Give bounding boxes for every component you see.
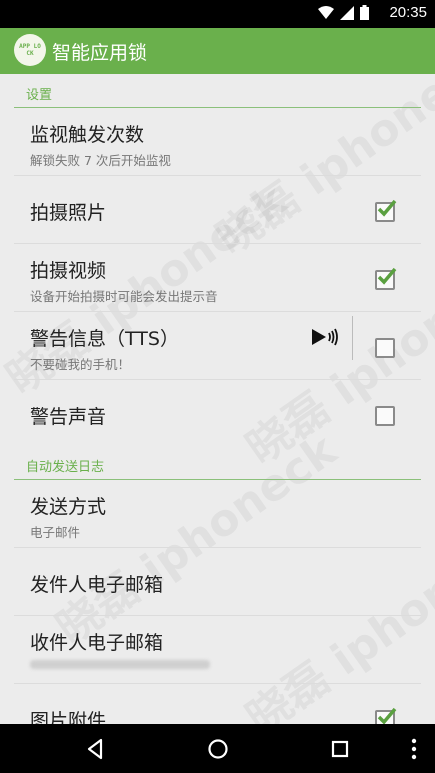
status-bar: 20:35 bbox=[0, 0, 435, 28]
wifi-icon bbox=[318, 5, 334, 19]
pref-sender-email[interactable]: 发件人电子邮箱 bbox=[0, 548, 435, 616]
pref-warning-sound[interactable]: 警告声音 bbox=[0, 380, 435, 448]
recents-icon[interactable] bbox=[327, 736, 353, 762]
checkmark-icon bbox=[377, 707, 397, 724]
home-icon[interactable] bbox=[205, 736, 231, 762]
photo-checkbox[interactable] bbox=[375, 199, 397, 222]
status-icons bbox=[318, 5, 369, 20]
sound-checkbox[interactable] bbox=[375, 406, 395, 426]
app-logo-text: APP LOCK bbox=[19, 43, 41, 57]
pref-take-video[interactable]: 拍摄视频 设备开始拍摄时可能会发出提示音 bbox=[0, 244, 435, 312]
pref-title: 发送方式 bbox=[30, 496, 107, 518]
pref-warning-message[interactable]: 警告信息（TTS） 不要碰我的手机！ bbox=[0, 312, 435, 380]
overflow-menu-icon[interactable] bbox=[401, 736, 427, 762]
pref-monitor-count[interactable]: 监视触发次数 解锁失败 7 次后开始监视 bbox=[0, 108, 435, 176]
pref-title: 收件人电子邮箱 bbox=[30, 632, 164, 654]
preferences-list[interactable]: 晓磊 iphoneck 晓磊 iphoneck 晓磊 iphoneck 晓磊 i… bbox=[0, 74, 435, 724]
speaker-icon[interactable] bbox=[312, 326, 340, 348]
pref-title: 拍摄视频 bbox=[30, 260, 107, 282]
vertical-separator bbox=[352, 316, 353, 360]
pref-summary: 解锁失败 7 次后开始监视 bbox=[30, 153, 171, 168]
pref-summary: 设备开始拍摄时可能会发出提示音 bbox=[30, 289, 218, 304]
pref-summary: 电子邮件 bbox=[30, 525, 81, 540]
pref-title: 图片附件 bbox=[30, 710, 107, 724]
attachment-checkbox[interactable] bbox=[375, 707, 397, 724]
pref-title: 监视触发次数 bbox=[30, 124, 145, 146]
section-label: 自动发送日志 bbox=[26, 460, 105, 475]
battery-icon bbox=[360, 5, 369, 20]
pref-title: 警告信息（TTS） bbox=[30, 328, 179, 350]
pref-title: 警告声音 bbox=[30, 406, 107, 428]
back-icon[interactable] bbox=[83, 736, 109, 762]
signal-icon bbox=[340, 5, 354, 20]
navigation-bar bbox=[0, 724, 435, 773]
section-header-auto-log: 自动发送日志 bbox=[0, 446, 435, 480]
section-header-settings: 设置 bbox=[0, 74, 435, 108]
app-logo[interactable]: APP LOCK bbox=[14, 34, 46, 66]
checkmark-icon bbox=[377, 267, 397, 285]
app-title: 智能应用锁 bbox=[52, 42, 148, 64]
pref-send-method[interactable]: 发送方式 电子邮件 bbox=[0, 480, 435, 548]
checkmark-icon bbox=[377, 199, 397, 217]
video-checkbox[interactable] bbox=[375, 267, 397, 290]
warning-checkbox[interactable] bbox=[375, 338, 395, 358]
pref-image-attachment[interactable]: 图片附件 bbox=[0, 684, 435, 724]
pref-title: 发件人电子邮箱 bbox=[30, 574, 164, 596]
pref-take-photo[interactable]: 拍摄照片 bbox=[0, 176, 435, 244]
pref-summary: 不要碰我的手机！ bbox=[30, 357, 131, 372]
pref-recipient-email[interactable]: 收件人电子邮箱 bbox=[0, 616, 435, 684]
pref-title: 拍摄照片 bbox=[30, 202, 107, 224]
status-time: 20:35 bbox=[389, 4, 427, 21]
section-label: 设置 bbox=[26, 88, 53, 103]
app-bar: APP LOCK 智能应用锁 bbox=[0, 28, 435, 74]
blurred-email-summary bbox=[30, 660, 210, 669]
